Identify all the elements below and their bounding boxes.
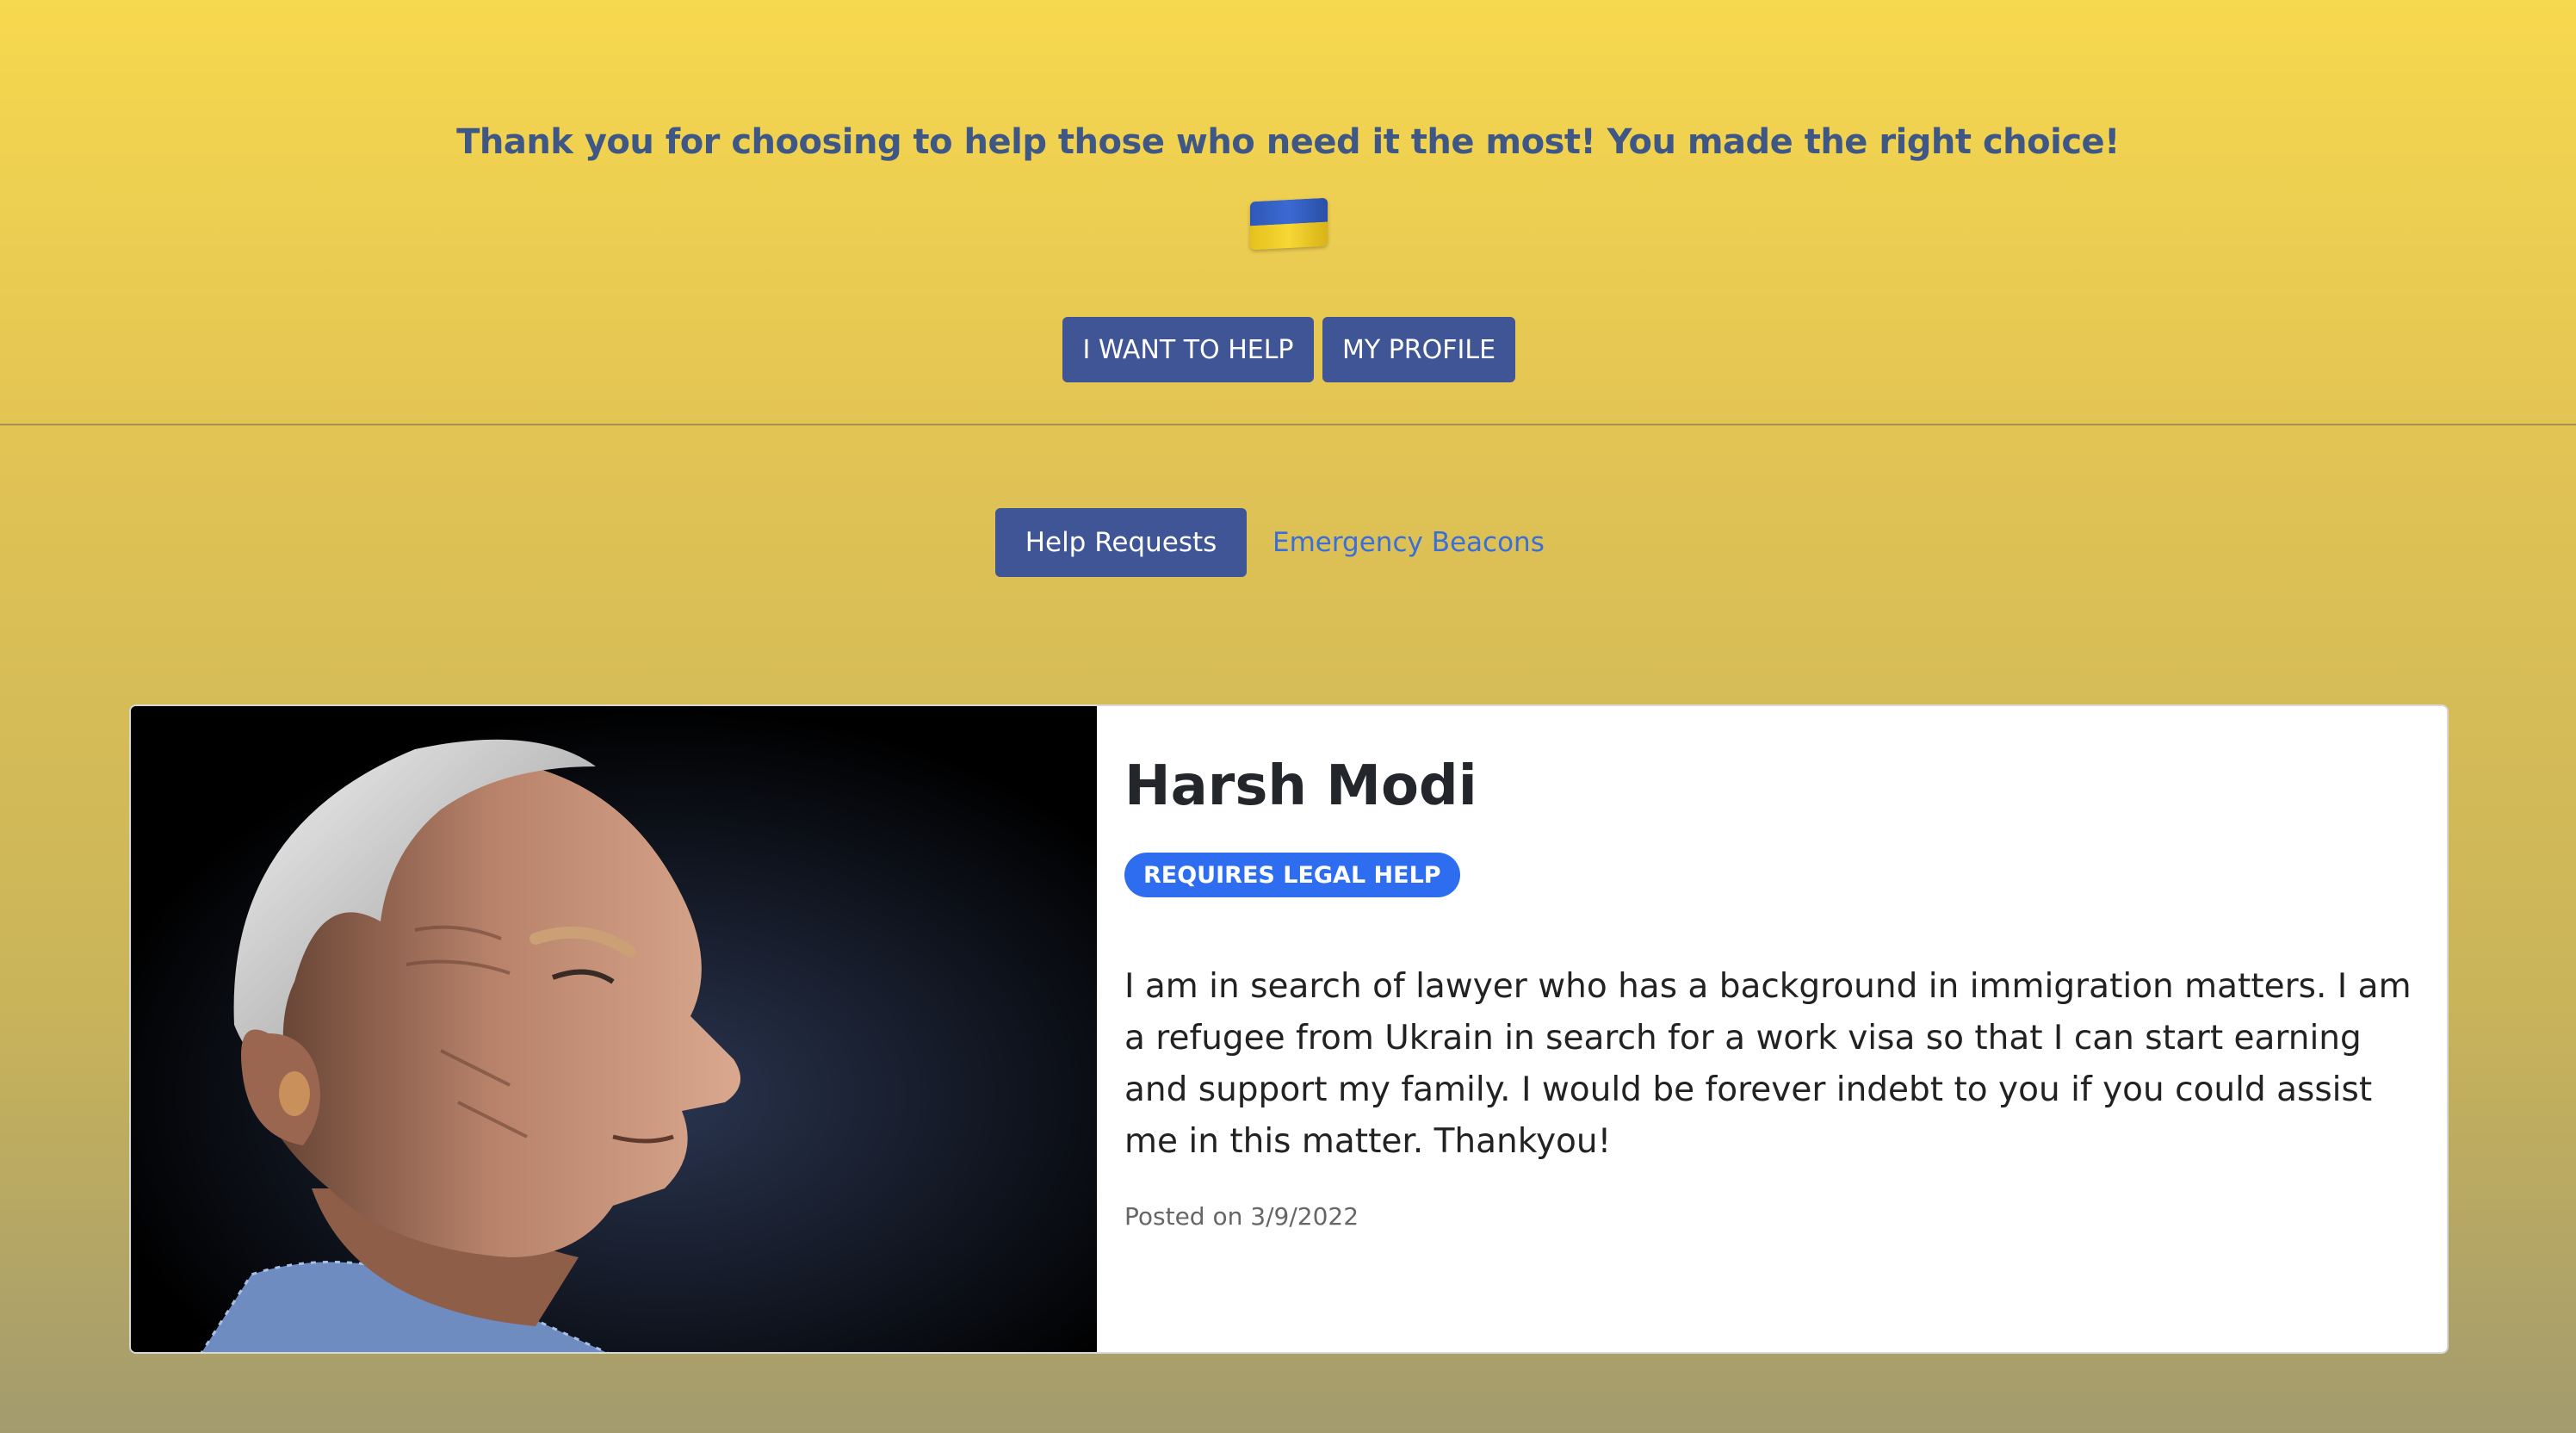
i-want-to-help-button[interactable]: I WANT TO HELP — [1062, 317, 1314, 382]
my-profile-button[interactable]: MY PROFILE — [1322, 317, 1515, 382]
requester-name: Harsh Modi — [1124, 754, 1477, 818]
category-badge: REQUIRES LEGAL HELP — [1124, 853, 1460, 897]
posted-date: Posted on 3/9/2022 — [1124, 1202, 1359, 1231]
thanks-message: Thank you for choosing to help those who… — [456, 122, 2120, 162]
requester-photo — [131, 706, 1097, 1352]
ukraine-flag-icon — [1250, 197, 1328, 251]
help-request-card: Harsh Modi REQUIRES LEGAL HELP I am in s… — [129, 704, 2449, 1354]
request-description: I am in search of lawyer who has a backg… — [1124, 967, 2412, 1161]
tab-emergency-beacons[interactable]: Emergency Beacons — [1273, 508, 1545, 577]
header-section: Thank you for choosing to help those who… — [0, 0, 2576, 425]
tab-help-requests[interactable]: Help Requests — [995, 508, 1247, 577]
